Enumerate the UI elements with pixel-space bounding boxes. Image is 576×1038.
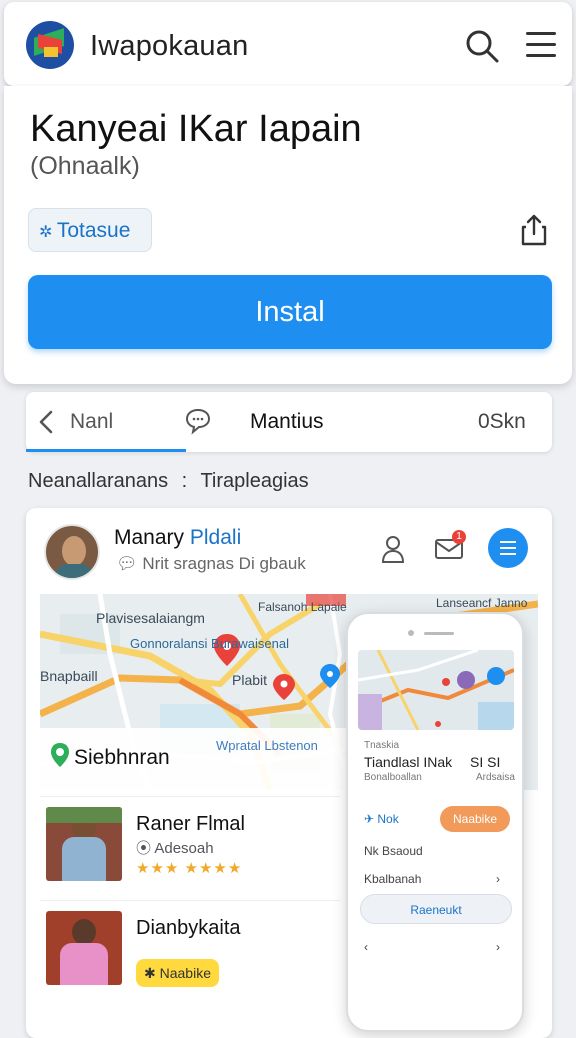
- status-badge-text: Naabike: [159, 965, 211, 981]
- map-label: Plabit: [232, 672, 268, 688]
- breadcrumb-separator: :: [181, 470, 188, 492]
- sparkle-icon: ✲: [39, 224, 57, 241]
- person-subtitle: ⦿ Adesoah: [136, 837, 214, 858]
- list-item[interactable]: Raner Flmal ⦿ Adesoah ★★★ ★★★★: [40, 796, 340, 886]
- person-icon[interactable]: [380, 534, 406, 564]
- chevron-right-icon[interactable]: ›: [496, 940, 500, 954]
- phone-row[interactable]: Kbalbanah: [364, 872, 421, 886]
- person-photo: [46, 911, 122, 985]
- page-title: Kanyeai IKar Iapain: [30, 108, 362, 150]
- phone-link-text: Nok: [377, 812, 399, 826]
- phone-subtitle-2: Ardsaisa: [476, 772, 515, 783]
- person-photo: [46, 807, 122, 881]
- app-name: Iwapokauan: [90, 30, 249, 62]
- status-badge: ✱ Naabike: [136, 959, 219, 987]
- phone-title-num: SI SI: [470, 754, 501, 770]
- phone-map-roads: [358, 650, 514, 730]
- map-label: Falsanoh Lapaie: [258, 600, 347, 614]
- tab-near[interactable]: Nanl: [70, 410, 113, 434]
- user-last-name[interactable]: Pldali: [190, 526, 241, 549]
- person-name: Raner Flmal: [136, 813, 245, 835]
- phone-row[interactable]: Nk Bsaoud: [364, 844, 423, 858]
- list-icon[interactable]: [488, 528, 528, 568]
- phone-subtitle: Bonalboallan: [364, 772, 422, 783]
- location-hint: Wpratal Lbstenon: [216, 738, 318, 753]
- message-badge: 1: [452, 530, 466, 544]
- phone-speaker: [424, 632, 454, 635]
- app-header-panel: Kanyeai IKar Iapain (Ohnaalk) ✲ Totasue …: [4, 86, 572, 384]
- location-pin-icon: [51, 743, 69, 767]
- phone-title: Tiandlasl INak: [364, 754, 453, 770]
- user-first-name: Manary: [114, 526, 185, 549]
- chevron-left-icon[interactable]: ‹: [364, 940, 368, 954]
- tab-stat[interactable]: 0Skn: [478, 410, 526, 434]
- tag-icon: ✱: [144, 965, 160, 981]
- location-name: Siebhnran: [74, 746, 170, 769]
- user-status: 💬︎ Nrit sragnas Di gbauk: [116, 554, 306, 574]
- user-status-text: Nrit sragnas Di gbauk: [142, 554, 306, 573]
- install-button[interactable]: Instal: [28, 275, 552, 349]
- phone-map: [358, 650, 514, 730]
- top-app-bar: Iwapokauan: [4, 2, 572, 86]
- breadcrumb-left[interactable]: Neanallaranans: [28, 470, 168, 492]
- category-chip[interactable]: ✲ Totasue: [28, 208, 152, 252]
- tab-mentions[interactable]: Mantius: [250, 410, 324, 434]
- rating-stars: ★★★ ★★★★: [136, 860, 243, 877]
- pin-icon: ⦿: [136, 840, 155, 857]
- menu-icon[interactable]: [526, 32, 556, 60]
- breadcrumb: Neanallaranans : Tirapleagias: [28, 470, 309, 493]
- page-subtitle: (Ohnaalk): [30, 152, 140, 180]
- phone-pill-button[interactable]: Raeneukt: [360, 894, 512, 924]
- active-tab-indicator: [26, 449, 186, 452]
- phone-orange-button[interactable]: Naabike: [440, 806, 510, 832]
- map-label: Gonnoralansi Burawaisenal: [130, 636, 289, 651]
- location-bar[interactable]: Siebhnran Wpratal Lbstenon: [40, 728, 360, 790]
- share-icon[interactable]: [520, 214, 548, 246]
- chat-bubble-icon[interactable]: [184, 407, 212, 435]
- phone-camera: [408, 630, 414, 636]
- breadcrumb-right[interactable]: Tirapleagias: [200, 470, 308, 492]
- list-item[interactable]: Dianbykaita ✱ Naabike: [40, 900, 340, 990]
- map-label: Bnapbaill: [40, 668, 98, 684]
- phone-link[interactable]: ✈ Nok: [364, 812, 399, 826]
- comment-icon: 💬︎: [116, 554, 143, 573]
- person-subtitle-text: Adesoah: [154, 840, 214, 857]
- user-name: Manary Pldali: [114, 526, 241, 550]
- avatar[interactable]: [44, 524, 100, 580]
- map-label: Plavisesalaiangm: [96, 610, 205, 626]
- app-logo[interactable]: [26, 21, 74, 69]
- search-icon[interactable]: [464, 28, 500, 64]
- tab-bar: Nanl Mantius 0Skn: [26, 392, 552, 452]
- map-label: Lanseancf Janno: [436, 596, 528, 610]
- category-chip-label: Totasue: [56, 219, 131, 242]
- phone-mockup: Tnaskia Tiandlasl INak SI SI Bonalboalla…: [346, 612, 524, 1032]
- back-chevron-icon[interactable]: [36, 409, 58, 435]
- chevron-right-icon[interactable]: ›: [496, 872, 500, 886]
- person-name: Dianbykaita: [136, 917, 241, 939]
- phone-label: Tnaskia: [364, 740, 400, 751]
- bird-icon: ✈: [364, 812, 378, 826]
